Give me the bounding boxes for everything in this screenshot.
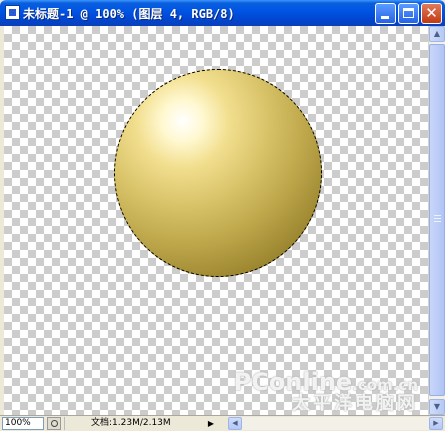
scroll-right-button[interactable]: ▶: [429, 417, 443, 430]
vertical-scrollbar[interactable]: ▲ ▼: [428, 26, 445, 415]
arrow-up-icon: ▲: [433, 29, 441, 38]
selection-marquee: [114, 69, 322, 277]
window-title: 未标题-1 @ 100% (图层 4, RGB/8): [23, 7, 235, 21]
canvas[interactable]: PConline.com.cn 太平洋电脑网: [4, 26, 428, 415]
scroll-up-button[interactable]: ▲: [429, 26, 445, 42]
watermark-brand: PConline: [233, 368, 353, 396]
horizontal-scrollbar[interactable]: ◀ ▶: [228, 417, 443, 430]
navigator-icon[interactable]: [47, 417, 61, 430]
zoom-field[interactable]: 100%: [2, 417, 44, 430]
grip-line: [434, 221, 441, 222]
arrow-down-icon: ▼: [433, 402, 441, 411]
scroll-down-button[interactable]: ▼: [429, 399, 445, 415]
minimize-button[interactable]: [375, 3, 396, 24]
grip-line: [434, 218, 441, 219]
watermark-cn: 太平洋电脑网: [292, 393, 418, 414]
status-menu-arrow-icon[interactable]: ▶: [206, 418, 216, 429]
scroll-thumb[interactable]: [429, 44, 445, 396]
maximize-icon: [403, 8, 414, 18]
document-window: 未标题-1 @ 100% (图层 4, RGB/8) ✕ PConline.co…: [0, 0, 445, 431]
title-bar[interactable]: 未标题-1 @ 100% (图层 4, RGB/8) ✕: [0, 0, 445, 26]
close-button[interactable]: ✕: [421, 3, 442, 24]
watermark: PConline.com.cn 太平洋电脑网: [234, 370, 418, 413]
scroll-left-button[interactable]: ◀: [228, 417, 242, 430]
document-icon[interactable]: [5, 5, 20, 20]
watermark-domain: .com.cn: [352, 376, 418, 394]
maximize-button[interactable]: [398, 3, 419, 24]
status-bar: 100% 文档:1.23M/2.13M ▶ ◀ ▶: [0, 415, 445, 431]
arrow-left-icon: ◀: [232, 419, 238, 427]
minimize-icon: [381, 16, 389, 19]
document-size-info: 文档:1.23M/2.13M: [64, 417, 204, 430]
close-icon: ✕: [425, 4, 438, 22]
grip-line: [434, 215, 441, 216]
arrow-right-icon: ▶: [433, 419, 439, 427]
